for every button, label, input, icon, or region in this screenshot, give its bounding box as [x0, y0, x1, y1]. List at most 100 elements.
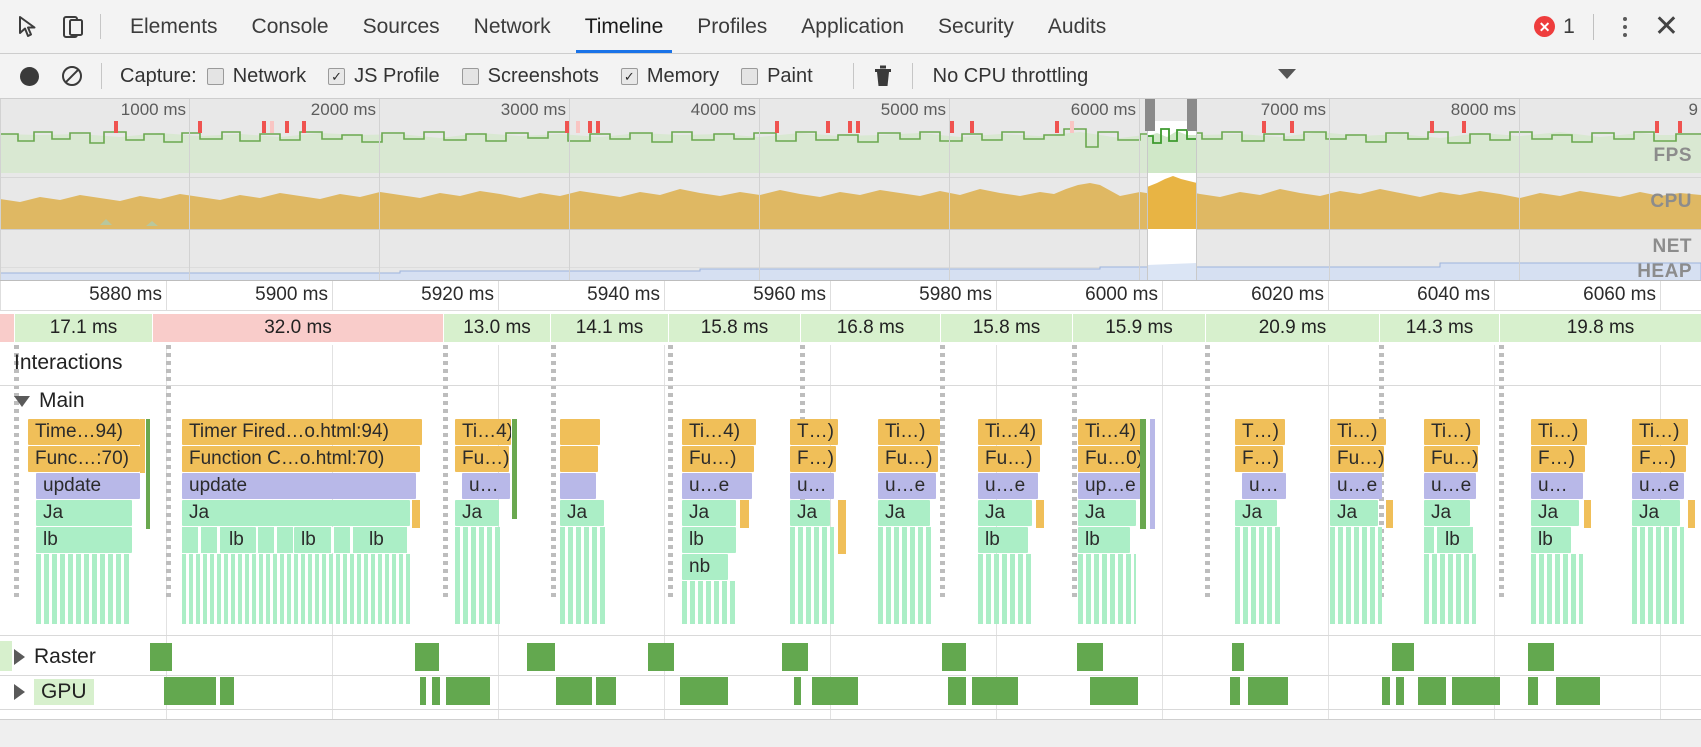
flame-bar-timer-fired[interactable]: Ti…)	[1424, 419, 1480, 445]
raster-event[interactable]	[150, 643, 172, 671]
flame-bar-ja[interactable]: Ja	[682, 500, 736, 526]
error-count-badge[interactable]: ✕ 1	[1534, 15, 1575, 39]
flame-bar-update[interactable]: u…	[1242, 473, 1286, 499]
tab-console[interactable]: Console	[235, 0, 346, 53]
gpu-event[interactable]	[420, 677, 426, 705]
flame-bar-function-call[interactable]: F…)	[1235, 446, 1283, 472]
frame-bar[interactable]	[0, 314, 14, 342]
frame-bar[interactable]: 17.1 ms	[15, 314, 152, 342]
gpu-event[interactable]	[596, 677, 616, 705]
flame-bar-nb[interactable]: nb	[682, 554, 728, 580]
flame-bar-function-call[interactable]: Fu…)	[1424, 446, 1478, 472]
flame-bar-update[interactable]: u…e	[1632, 473, 1684, 499]
flame-chart-main[interactable]: Time…94) Func…:70) update Ja lb Timer Fi…	[0, 419, 1701, 627]
flame-bar-timer-fired[interactable]: Ti…)	[1531, 419, 1587, 445]
flame-bar-ja[interactable]: Ja	[1632, 500, 1680, 526]
frame-bar[interactable]: 15.9 ms	[1073, 314, 1205, 342]
track-header-main[interactable]: Main	[0, 389, 85, 413]
gpu-event[interactable]	[220, 677, 234, 705]
tab-profiles[interactable]: Profiles	[680, 0, 784, 53]
flame-bar-ja[interactable]: Ja	[455, 500, 499, 526]
clear-no-entry-icon[interactable]	[61, 65, 83, 87]
flame-bar-function-call[interactable]: Fu…)	[682, 446, 754, 472]
flame-bar-lb[interactable]: lb	[1078, 527, 1130, 553]
capture-checkbox-network[interactable]: Network	[206, 65, 306, 88]
flame-bar-timer-fired[interactable]: Ti…4)	[1078, 419, 1146, 445]
raster-event[interactable]	[1232, 643, 1244, 671]
flame-bar-ja[interactable]: Ja	[36, 500, 132, 526]
flame-bar-timer-fired[interactable]: Ti…)	[1330, 419, 1386, 445]
flame-bar-update[interactable]: u…e	[978, 473, 1038, 499]
gpu-event[interactable]	[432, 677, 440, 705]
cpu-throttling-select[interactable]: No CPU throttling	[933, 65, 1089, 88]
flame-bar-update[interactable]: u…	[1531, 473, 1583, 499]
capture-checkbox-screenshots[interactable]: Screenshots	[461, 65, 599, 88]
track-header-gpu[interactable]: GPU	[0, 679, 94, 705]
flame-bar-ja[interactable]: Ja	[560, 500, 604, 526]
trash-icon[interactable]	[872, 63, 894, 89]
flame-bar-update[interactable]: u…e	[878, 473, 936, 499]
flame-bar-lb[interactable]: lb	[978, 527, 1028, 553]
gpu-event[interactable]	[1556, 677, 1600, 705]
flame-bar-timer-fired[interactable]: Ti…)	[1632, 419, 1688, 445]
flame-bar-ja[interactable]: Ja	[1531, 500, 1579, 526]
record-circle-icon[interactable]	[20, 66, 39, 86]
flame-microbars[interactable]	[878, 527, 934, 624]
flame-bar-function-call[interactable]: F…)	[1531, 446, 1585, 472]
gpu-event[interactable]	[1396, 677, 1404, 705]
frame-bar[interactable]: 15.8 ms	[669, 314, 800, 342]
raster-event[interactable]	[942, 643, 966, 671]
raster-event[interactable]	[782, 643, 808, 671]
flame-bar-function-call[interactable]: F…)	[790, 446, 836, 472]
chevron-down-icon[interactable]	[1276, 67, 1298, 86]
flame-microbars[interactable]	[978, 554, 1034, 624]
flame-bar-timer-fired[interactable]: T…)	[790, 419, 838, 445]
frame-bar[interactable]: 15.8 ms	[941, 314, 1072, 342]
gpu-event[interactable]	[794, 677, 801, 705]
timeline-tracks[interactable]: Interactions Main Time…94) Func…:70) upd…	[0, 345, 1701, 747]
gpu-event[interactable]	[1382, 677, 1390, 705]
frame-bar[interactable]: 32.0 ms	[153, 314, 443, 342]
gpu-event[interactable]	[812, 677, 858, 705]
flame-bar-timer-fired[interactable]: Ti…)	[878, 419, 940, 445]
flame-microbars[interactable]	[1632, 527, 1684, 624]
flame-microbars[interactable]	[1235, 527, 1281, 624]
device-toolbar-icon[interactable]	[58, 12, 88, 42]
frame-bar[interactable]: 16.8 ms	[801, 314, 940, 342]
flame-bar-update[interactable]	[560, 473, 596, 499]
chevron-down-icon[interactable]	[14, 395, 30, 407]
frame-bar[interactable]: 14.1 ms	[551, 314, 668, 342]
flame-bar-ja[interactable]: Ja	[1424, 500, 1470, 526]
gpu-event[interactable]	[446, 677, 490, 705]
gpu-event[interactable]	[1452, 677, 1500, 705]
track-header-interactions[interactable]: Interactions	[0, 351, 123, 375]
flame-bar-timer-fired[interactable]: Ti…4)	[682, 419, 756, 445]
flame-bar-ja[interactable]: Ja	[978, 500, 1032, 526]
raster-event[interactable]	[1392, 643, 1414, 671]
selection-handle-left[interactable]	[1145, 99, 1155, 131]
capture-checkbox-memory[interactable]: ✓ Memory	[620, 65, 719, 88]
selection-handle-right[interactable]	[1187, 99, 1197, 131]
chevron-right-icon[interactable]	[14, 649, 25, 665]
flame-bar-lb[interactable]: lb	[362, 527, 396, 553]
gpu-event[interactable]	[680, 677, 728, 705]
gpu-event[interactable]	[1418, 677, 1446, 705]
flame-bar-ja[interactable]: Ja	[790, 500, 830, 526]
tab-application[interactable]: Application	[784, 0, 921, 53]
gpu-event[interactable]	[1230, 677, 1240, 705]
flame-microbars[interactable]	[682, 581, 736, 624]
flame-bar-timer-fired[interactable]: Timer Fired…o.html:94)	[182, 419, 422, 445]
flame-bar-lb[interactable]: lb	[682, 527, 736, 553]
flame-bar-update[interactable]: u…e	[682, 473, 752, 499]
flame-bar-timer-fired[interactable]: Ti…4)	[978, 419, 1042, 445]
gpu-event[interactable]	[1090, 677, 1138, 705]
flame-bar-ja[interactable]: Ja	[1078, 500, 1136, 526]
flame-microbars[interactable]	[1078, 554, 1136, 624]
flame-bar-lb[interactable]: lb	[1438, 527, 1470, 553]
flame-microbars[interactable]	[560, 527, 606, 624]
flame-bar-function-call[interactable]: Fu…0)	[1078, 446, 1144, 472]
gpu-event[interactable]	[556, 677, 592, 705]
flame-bar-timer-fired[interactable]	[560, 419, 600, 445]
gpu-event[interactable]	[972, 677, 1018, 705]
flame-bar-function-call[interactable]: Func…:70)	[28, 446, 140, 472]
